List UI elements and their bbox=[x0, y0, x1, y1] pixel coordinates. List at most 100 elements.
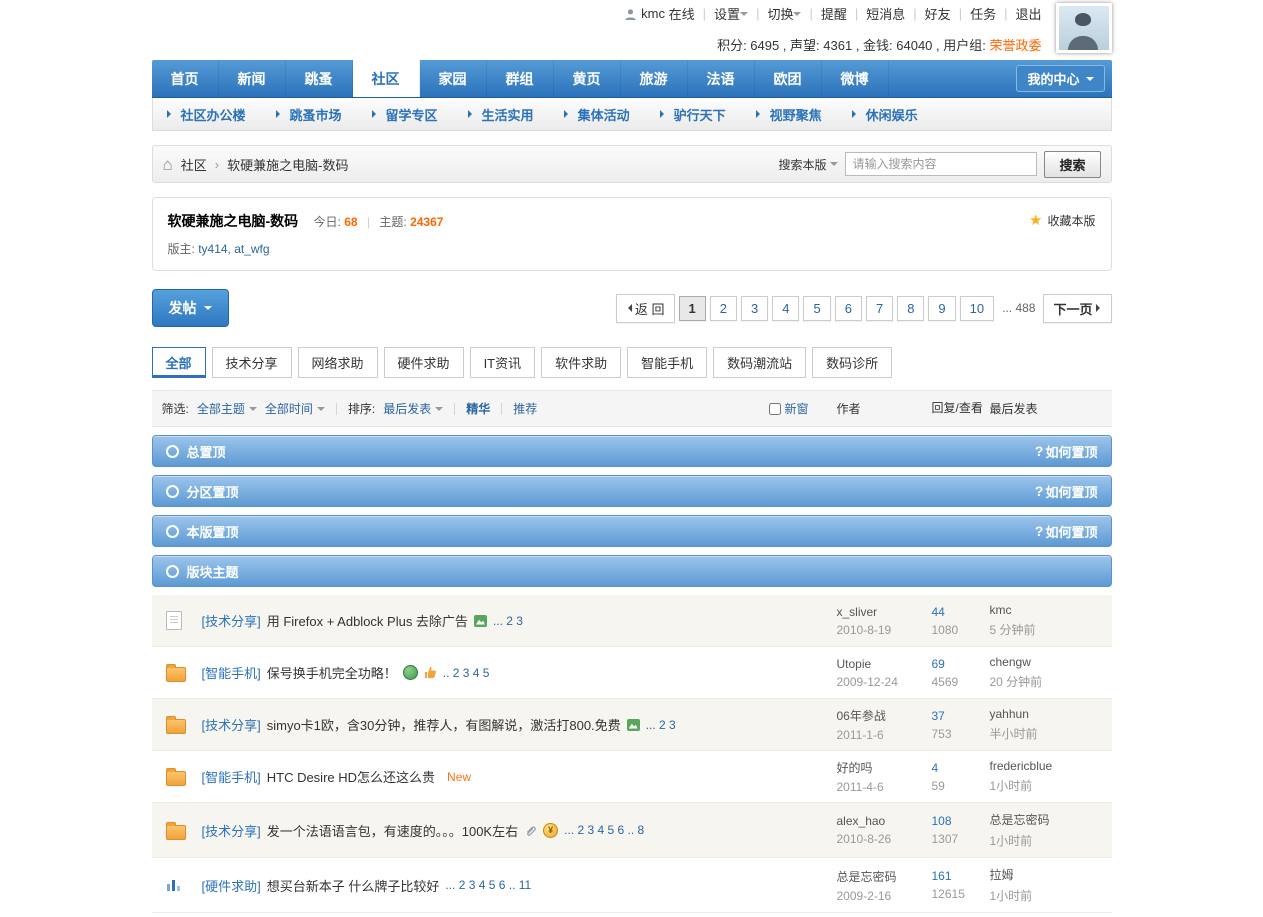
search-input[interactable] bbox=[845, 152, 1037, 176]
thread-author-link[interactable]: x_sliver bbox=[837, 605, 932, 619]
page-number-link[interactable]: 6 bbox=[835, 296, 862, 321]
nav-item[interactable]: 旅游 bbox=[621, 60, 688, 97]
thread-title-link[interactable]: 想买台新本子 什么牌子比较好 bbox=[267, 876, 440, 895]
last-post-time-link[interactable]: 1小时前 bbox=[990, 777, 1102, 794]
category-tab[interactable]: 硬件求助 bbox=[384, 347, 464, 378]
new-post-button[interactable]: 发帖 bbox=[152, 289, 229, 327]
favorite-forum-link[interactable]: ★收藏本版 bbox=[1029, 212, 1095, 229]
last-poster-link[interactable]: chengw bbox=[990, 655, 1102, 669]
user-avatar[interactable] bbox=[1056, 3, 1112, 53]
last-post-time-link[interactable]: 半小时前 bbox=[990, 725, 1102, 742]
thread-title-link[interactable]: HTC Desire HD怎么还这么贵 bbox=[267, 767, 435, 786]
last-post-time-link[interactable]: 1小时前 bbox=[990, 887, 1102, 904]
nav-item[interactable]: 法语 bbox=[688, 60, 755, 97]
category-tab[interactable]: 数码潮流站 bbox=[713, 347, 806, 378]
thread-category-link[interactable]: [智能手机] bbox=[202, 767, 261, 786]
thread-page-links[interactable]: ... 2 3 bbox=[646, 718, 676, 732]
subnav-item[interactable]: 社区办公楼 bbox=[167, 105, 246, 124]
nav-item[interactable]: 跳蚤 bbox=[286, 60, 353, 97]
last-poster-link[interactable]: 拉姆 bbox=[990, 866, 1102, 883]
username-link[interactable]: kmc bbox=[641, 6, 665, 21]
page-number-link[interactable]: 4 bbox=[772, 296, 799, 321]
thread-author-link[interactable]: alex_hao bbox=[837, 814, 932, 828]
topic-filter-dropdown[interactable]: 全部主题 bbox=[197, 400, 257, 417]
last-post-time-link[interactable]: 20 分钟前 bbox=[990, 673, 1102, 690]
nav-item[interactable]: 社区 bbox=[353, 60, 420, 97]
my-center-button[interactable]: 我的中心 bbox=[1016, 65, 1104, 92]
page-number-link[interactable]: 9 bbox=[928, 296, 955, 321]
nav-item[interactable]: 群组 bbox=[487, 60, 554, 97]
thread-title-link[interactable]: 用 Firefox + Adblock Plus 去除广告 bbox=[267, 611, 468, 630]
category-tab[interactable]: 网络求助 bbox=[298, 347, 378, 378]
subnav-item[interactable]: 视野聚焦 bbox=[756, 105, 822, 124]
thread-page-links[interactable]: ... 2 3 4 5 6 .. 11 bbox=[445, 878, 531, 892]
topbar-menu-item[interactable]: 任务 bbox=[951, 4, 996, 23]
last-poster-link[interactable]: fredericblue bbox=[990, 759, 1102, 773]
nav-item[interactable]: 首页 bbox=[152, 60, 219, 97]
thread-title-link[interactable]: simyo卡1欧，含30分钟，推荐人，有图解说，激活打800.免费 bbox=[267, 715, 621, 734]
last-poster-link[interactable]: kmc bbox=[990, 603, 1102, 617]
category-tab[interactable]: 软件求助 bbox=[541, 347, 621, 378]
back-button[interactable]: 返 回 bbox=[616, 294, 675, 323]
thread-author-link[interactable]: 总是忘密码 bbox=[837, 868, 932, 885]
thread-title-link[interactable]: 发一个法语语言包，有速度的。。。100K左右 bbox=[267, 821, 518, 840]
page-number-link[interactable]: 10 bbox=[960, 296, 994, 321]
usergroup-link[interactable]: 荣誉政委 bbox=[989, 38, 1041, 53]
subnav-item[interactable]: 休闲娱乐 bbox=[852, 105, 918, 124]
nav-item[interactable]: 黄页 bbox=[554, 60, 621, 97]
thread-category-link[interactable]: [技术分享] bbox=[202, 715, 261, 734]
thread-title-link[interactable]: 保号换手机完全功略！ bbox=[267, 663, 397, 682]
nav-item[interactable]: 欧团 bbox=[755, 60, 822, 97]
thread-category-link[interactable]: [技术分享] bbox=[202, 821, 261, 840]
page-number-link[interactable]: 1 bbox=[679, 296, 706, 321]
thread-category-link[interactable]: [硬件求助] bbox=[202, 876, 261, 895]
thread-page-links[interactable]: ... 2 3 bbox=[493, 614, 523, 628]
new-window-toggle[interactable]: 新窗 bbox=[769, 400, 837, 417]
topbar-menu-item[interactable]: 提醒 bbox=[801, 4, 846, 23]
subnav-item[interactable]: 留学专区 bbox=[372, 105, 438, 124]
topbar-menu-item[interactable]: 短消息 bbox=[847, 4, 905, 23]
digest-link[interactable]: 精华 bbox=[466, 400, 490, 417]
page-number-link[interactable]: 8 bbox=[897, 296, 924, 321]
topbar-menu-item[interactable]: 退出 bbox=[996, 4, 1041, 23]
subnav-item[interactable]: 跳蚤市场 bbox=[276, 105, 342, 124]
category-tab[interactable]: IT资讯 bbox=[470, 347, 536, 378]
page-number-link[interactable]: 5 bbox=[803, 296, 830, 321]
how-to-stick-link[interactable]: ?如何置顶 bbox=[1035, 442, 1098, 461]
nav-item[interactable]: 新闻 bbox=[219, 60, 286, 97]
thread-page-links[interactable]: ... 2 3 4 5 6 .. 8 bbox=[564, 823, 644, 837]
recommend-link[interactable]: 推荐 bbox=[513, 400, 537, 417]
category-tab[interactable]: 数码诊所 bbox=[812, 347, 892, 378]
thread-author-link[interactable]: 06年参战 bbox=[837, 707, 932, 724]
category-tab[interactable]: 智能手机 bbox=[627, 347, 707, 378]
last-poster-link[interactable]: 总是忘密码 bbox=[990, 811, 1102, 828]
last-poster-link[interactable]: yahhun bbox=[990, 707, 1102, 721]
topbar-menu-item[interactable]: 切换 bbox=[748, 4, 801, 23]
new-window-checkbox[interactable] bbox=[769, 403, 781, 415]
search-scope-dropdown[interactable]: 搜索本版 bbox=[778, 156, 838, 173]
page-ellipsis[interactable]: ... 488 bbox=[998, 297, 1039, 319]
topbar-menu-item[interactable]: 设置 bbox=[695, 4, 748, 23]
time-filter-dropdown[interactable]: 全部时间 bbox=[265, 400, 325, 417]
subnav-item[interactable]: 集体活动 bbox=[564, 105, 630, 124]
page-number-link[interactable]: 3 bbox=[741, 296, 768, 321]
thread-author-link[interactable]: 好的吗 bbox=[837, 759, 932, 776]
sort-dropdown[interactable]: 最后发表 bbox=[383, 400, 443, 417]
topbar-menu-item[interactable]: 好友 bbox=[905, 4, 950, 23]
how-to-stick-link[interactable]: ?如何置顶 bbox=[1035, 522, 1098, 541]
nav-item[interactable]: 微博 bbox=[822, 60, 889, 97]
category-tab[interactable]: 全部 bbox=[152, 347, 206, 378]
category-tab[interactable]: 技术分享 bbox=[212, 347, 292, 378]
thread-category-link[interactable]: [智能手机] bbox=[202, 663, 261, 682]
thread-category-link[interactable]: [技术分享] bbox=[202, 611, 261, 630]
nav-item[interactable]: 家园 bbox=[420, 60, 487, 97]
subnav-item[interactable]: 生活实用 bbox=[468, 105, 534, 124]
last-post-time-link[interactable]: 1小时前 bbox=[990, 832, 1102, 849]
page-number-link[interactable]: 7 bbox=[866, 296, 893, 321]
thread-author-link[interactable]: Utopie bbox=[837, 657, 932, 671]
breadcrumb-root-link[interactable]: 社区 bbox=[181, 155, 207, 174]
thread-page-links[interactable]: .. 2 3 4 5 bbox=[443, 666, 490, 680]
home-icon[interactable]: ⌂ bbox=[163, 156, 173, 173]
subnav-item[interactable]: 驴行天下 bbox=[660, 105, 726, 124]
how-to-stick-link[interactable]: ?如何置顶 bbox=[1035, 482, 1098, 501]
